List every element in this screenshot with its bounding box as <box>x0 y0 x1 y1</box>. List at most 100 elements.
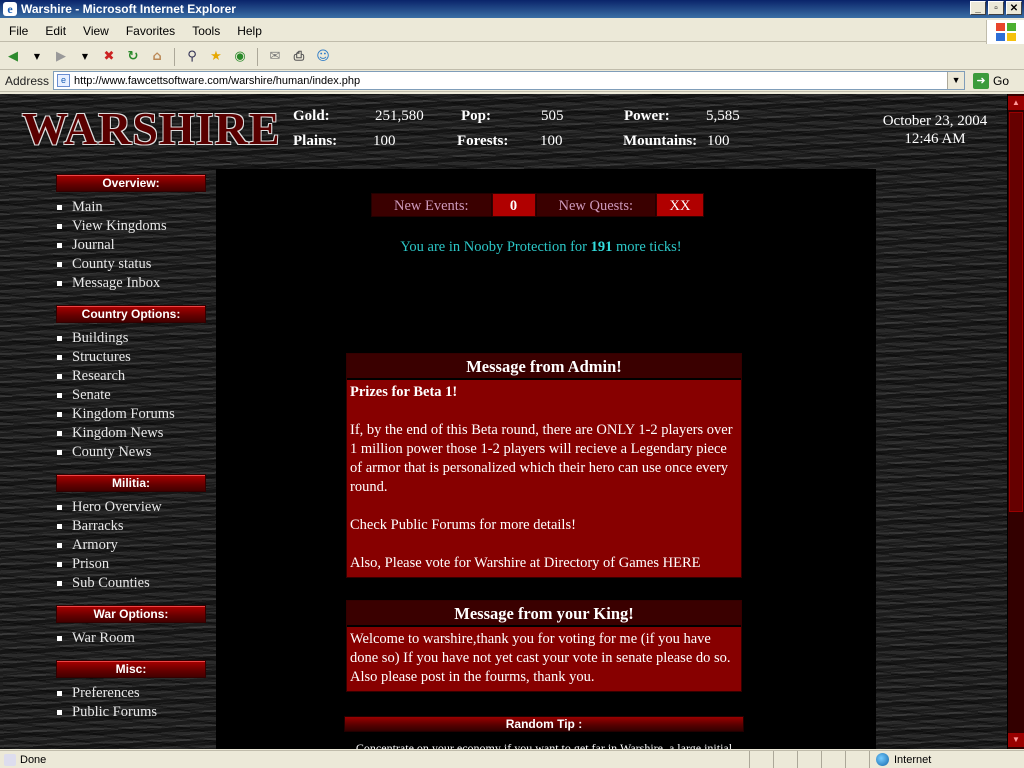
sidebar-item-war-room[interactable]: War Room <box>56 629 216 648</box>
site-logo[interactable]: WARSHIRE <box>22 102 281 155</box>
sidebar-header-overview: Overview: <box>56 174 206 192</box>
sidebar-item-preferences[interactable]: Preferences <box>56 684 216 703</box>
sidebar-item-prison[interactable]: Prison <box>56 555 216 574</box>
close-button[interactable]: ✕ <box>1006 1 1022 15</box>
ie-icon: e <box>3 2 17 16</box>
vertical-scrollbar[interactable]: ▲ ▼ <box>1007 94 1024 749</box>
events-bar: New Events: 0 New Quests: XX <box>371 193 705 217</box>
date-text: October 23, 2004 <box>882 113 988 129</box>
forward-icon[interactable]: ▶ <box>52 48 70 66</box>
messenger-icon[interactable]: ☺ <box>314 48 332 66</box>
menu-favorites[interactable]: Favorites <box>117 24 183 38</box>
king-message-body: Welcome to warshire,thank you for voting… <box>350 631 731 685</box>
admin-message-vote-link[interactable]: Also, Please vote for Warshire at Direct… <box>350 554 738 573</box>
mail-icon[interactable]: ✉ <box>266 48 284 66</box>
sidebar-item-kingdom-forums[interactable]: Kingdom Forums <box>56 405 216 424</box>
admin-message-heading: Prizes for Beta 1! <box>350 384 458 400</box>
sidebar-item-barracks[interactable]: Barracks <box>56 517 216 536</box>
menu-help[interactable]: Help <box>228 24 270 38</box>
window-title: Warshire - Microsoft Internet Explorer <box>21 2 236 16</box>
sidebar-item-sub-counties[interactable]: Sub Counties <box>56 574 216 593</box>
sidebar-item-public-forums[interactable]: Public Forums <box>56 703 216 722</box>
maximize-button[interactable]: ▫ <box>988 1 1004 15</box>
sidebar-item-kingdom-news[interactable]: Kingdom News <box>56 424 216 443</box>
sidebar-item-journal[interactable]: Journal <box>56 236 216 255</box>
admin-message-paragraph: Check Public Forums for more details! <box>350 517 576 533</box>
sidebar-item-hero-overview[interactable]: Hero Overview <box>56 498 216 517</box>
menu-bar: File Edit View Favorites Tools Help <box>0 20 1024 42</box>
favorites-icon[interactable]: ★ <box>207 48 225 66</box>
status-bar: Done Internet <box>0 750 1024 768</box>
back-icon[interactable]: ◀ <box>4 48 22 66</box>
power-label: Power: <box>624 108 670 124</box>
forests-label: Forests: <box>457 133 509 149</box>
new-events-label: New Events: <box>371 193 492 217</box>
sidebar-item-senate[interactable]: Senate <box>56 386 216 405</box>
plains-value: 100 <box>373 133 396 149</box>
stop-icon[interactable]: ✖ <box>100 48 118 66</box>
status-text: Done <box>20 753 47 766</box>
scroll-up-icon[interactable]: ▲ <box>1008 96 1024 110</box>
scroll-thumb[interactable] <box>1009 112 1023 512</box>
sidebar-item-research[interactable]: Research <box>56 367 216 386</box>
zone-text: Internet <box>894 753 932 766</box>
internet-zone-icon <box>876 753 889 766</box>
chevron-down-icon[interactable]: ▼ <box>947 72 965 89</box>
go-arrow-icon: ➜ <box>973 72 990 89</box>
sidebar-header-misc: Misc: <box>56 660 206 678</box>
dropdown-icon[interactable]: ▼ <box>28 48 46 66</box>
media-icon[interactable]: ◉ <box>231 48 249 66</box>
menu-view[interactable]: View <box>74 24 117 38</box>
scroll-down-icon[interactable]: ▼ <box>1008 733 1024 747</box>
gold-label: Gold: <box>293 108 330 124</box>
sidebar-item-view-kingdoms[interactable]: View Kingdoms <box>56 217 216 236</box>
new-quests-count[interactable]: XX <box>656 193 705 217</box>
sidebar-header-war-options: War Options: <box>56 605 206 623</box>
sidebar-item-buildings[interactable]: Buildings <box>56 329 216 348</box>
sidebar-item-structures[interactable]: Structures <box>56 348 216 367</box>
sidebar-item-main[interactable]: Main <box>56 198 216 217</box>
address-input[interactable]: e http://www.fawcettsoftware.com/warshir… <box>53 71 966 90</box>
address-bar: Address e http://www.fawcettsoftware.com… <box>0 70 1024 92</box>
forests-value: 100 <box>540 133 563 149</box>
print-icon[interactable]: ⎙ <box>290 48 308 66</box>
random-tip-text: Concentrate on your economy if you want … <box>355 741 733 749</box>
address-label: Address <box>5 73 50 88</box>
pop-label: Pop: <box>461 108 491 124</box>
toolbar: ◀ ▼ ▶ ▼ ✖ ↻ ⌂ ⚲ ★ ◉ ✉ ⎙ ☺ <box>0 44 1024 70</box>
dropdown-icon[interactable]: ▼ <box>76 48 94 66</box>
nooby-prefix: You are in Nooby Protection for <box>400 239 591 255</box>
title-bar: e Warshire - Microsoft Internet Explorer… <box>0 0 1024 18</box>
go-label: Go <box>993 73 1010 88</box>
menu-tools[interactable]: Tools <box>183 24 228 38</box>
browser-window: e Warshire - Microsoft Internet Explorer… <box>0 0 1024 768</box>
go-button[interactable]: ➜ Go <box>973 72 1010 89</box>
sidebar-item-county-news[interactable]: County News <box>56 443 216 462</box>
sidebar-item-county-status[interactable]: County status <box>56 255 216 274</box>
mountains-value: 100 <box>707 133 730 149</box>
new-events-count[interactable]: 0 <box>491 193 536 217</box>
admin-message-paragraph: If, by the end of this Beta round, there… <box>350 422 733 495</box>
sidebar-item-armory[interactable]: Armory <box>56 536 216 555</box>
windows-logo-icon <box>986 20 1024 44</box>
pop-value: 505 <box>541 108 564 124</box>
nooby-suffix: more ticks! <box>612 239 682 255</box>
sidebar-item-message-inbox[interactable]: Message Inbox <box>56 274 216 293</box>
home-icon[interactable]: ⌂ <box>148 48 166 66</box>
plains-label: Plains: <box>293 133 338 149</box>
menu-file[interactable]: File <box>0 24 36 38</box>
search-icon[interactable]: ⚲ <box>183 48 201 66</box>
gold-value: 251,580 <box>375 108 424 124</box>
address-url: http://www.fawcettsoftware.com/warshire/… <box>74 74 361 87</box>
refresh-icon[interactable]: ↻ <box>124 48 142 66</box>
nooby-ticks: 191 <box>590 239 613 255</box>
menu-edit[interactable]: Edit <box>36 24 74 38</box>
admin-message-box: Message from Admin! Prizes for Beta 1! I… <box>346 353 742 578</box>
new-quests-label: New Quests: <box>535 193 657 217</box>
minimize-button[interactable]: _ <box>970 1 986 15</box>
sidebar-header-country-options: Country Options: <box>56 305 206 323</box>
date-time: October 23, 2004 12:46 AM <box>860 112 1007 148</box>
page-status-icon <box>4 753 16 766</box>
nooby-protection-notice: You are in Nooby Protection for 191 more… <box>216 239 866 256</box>
king-message-box: Message from your King! Welcome to warsh… <box>346 600 742 692</box>
